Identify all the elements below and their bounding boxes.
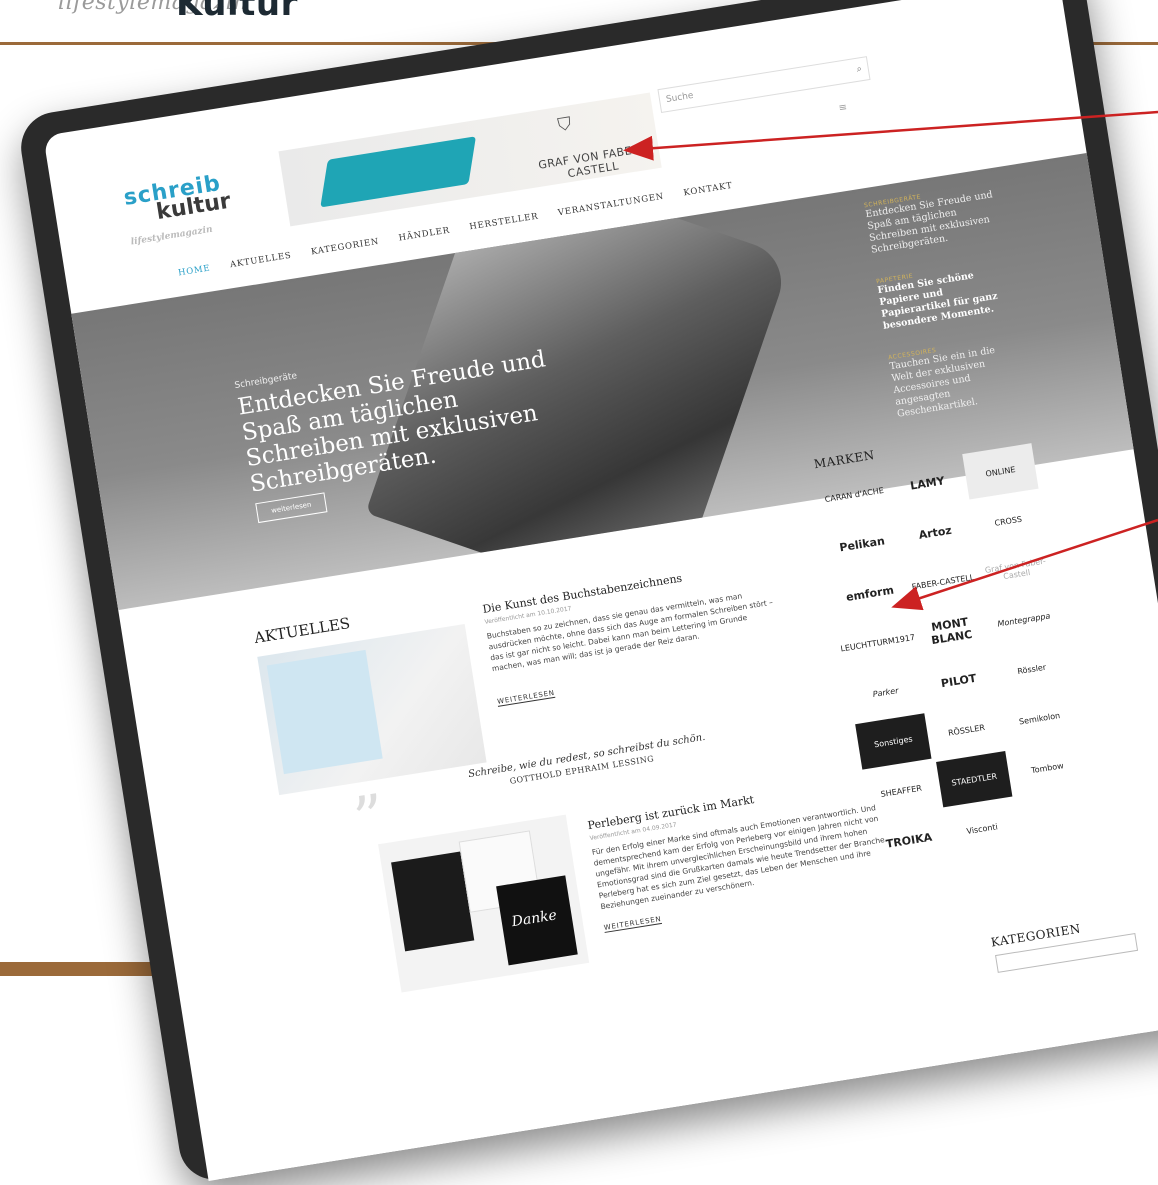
- annotation-arrows: [623, 110, 1158, 611]
- arrow-to-brands: [891, 518, 1158, 611]
- arrow-to-banner: [623, 110, 1158, 161]
